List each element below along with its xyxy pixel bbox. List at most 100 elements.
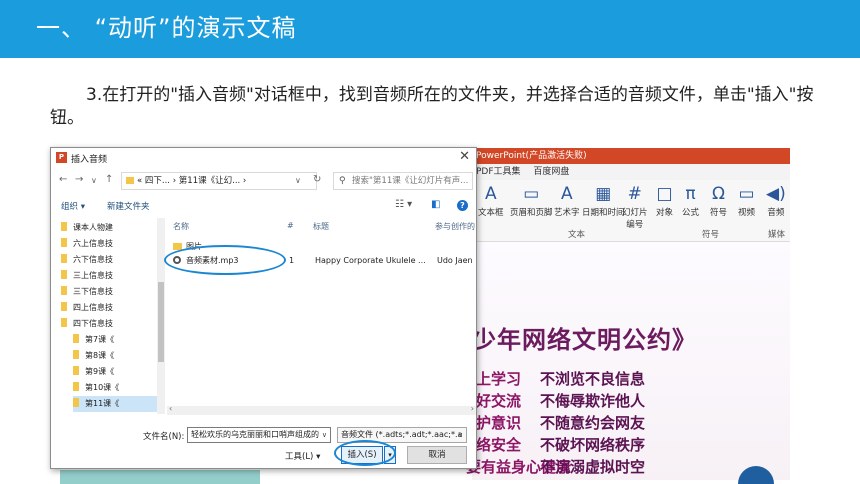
file-type-filter[interactable]: 音频文件 (*.adts;*.adt;*.aac;*.a ∨ — [337, 427, 467, 443]
rule-left: 护意识 — [476, 414, 522, 432]
column-title[interactable]: 标题 — [313, 221, 329, 232]
column-number[interactable]: # — [287, 221, 294, 230]
tree-scroll-thumb[interactable] — [158, 282, 164, 362]
tree-item[interactable]: 第9课《 — [73, 364, 157, 380]
tree-item-label: 第11课《 — [85, 399, 120, 408]
search-icon: ⚲ — [339, 176, 346, 186]
ribbon-button[interactable]: π 公式 — [682, 184, 699, 218]
decorative-stripe — [60, 470, 260, 484]
ribbon-button[interactable]: ▭ 视频 — [738, 184, 755, 218]
tools-button[interactable]: 工具(L) ▾ — [285, 450, 320, 462]
tree-item-label: 三上信息技 — [73, 271, 113, 280]
ribbon-icon: A — [560, 184, 573, 204]
navigation-bar: ← → ∨ ↑ « 四下... › 第11课《让幻... › ∨ ↻ ⚲ 搜索"… — [51, 170, 476, 192]
folder-icon — [73, 334, 79, 343]
ppt-ribbon: A 文本框 ▭ 页眉和页脚 A 艺术字 ▦ 日期和时间 # 幻灯片 编号 □ 对象 π 公式 Ω 符号 ▭ 视频 ◀… — [472, 180, 790, 242]
chevron-down-icon[interactable]: ∨ — [458, 428, 463, 442]
horizontal-scrollbar[interactable]: ‹ › — [167, 404, 476, 415]
filename-input[interactable]: 轻松欢乐的乌克丽丽和口哨声组成的 ∨ — [187, 427, 331, 443]
rule-right: 不随意约会网友 — [540, 414, 646, 432]
file-row-audio[interactable]: 音频素材.mp3 1 Happy Corporate Ukulele ... U… — [169, 254, 475, 268]
dialog-title: 插入音频 — [71, 155, 108, 165]
rule-right: 不沉溺虚拟时空 — [540, 458, 646, 476]
scroll-left-icon[interactable]: ‹ — [169, 404, 172, 413]
file-name: 音频素材.mp3 — [186, 256, 239, 265]
instruction-text: 3.在打开的"插入音频"对话框中，找到音频所在的文件夹，并选择合适的音频文件，单… — [50, 85, 814, 128]
folder-icon — [61, 286, 67, 295]
address-dropdown-icon[interactable]: ∨ — [295, 176, 301, 185]
ribbon-button[interactable]: A 艺术字 — [554, 184, 580, 218]
refresh-icon[interactable]: ↻ — [313, 174, 321, 185]
tree-item[interactable]: 六下信息技 — [61, 252, 157, 268]
chevron-down-icon[interactable]: ∨ — [91, 176, 97, 185]
organize-button[interactable]: 组织 ▾ — [61, 200, 85, 212]
folder-icon — [61, 302, 67, 311]
tree-item[interactable]: 三上信息技 — [61, 268, 157, 284]
cancel-button[interactable]: 取消 — [407, 446, 467, 464]
rule-left: 好交流 — [476, 392, 522, 410]
ribbon-button[interactable]: ▭ 页眉和页脚 — [510, 184, 553, 218]
help-icon[interactable]: ? — [457, 200, 468, 211]
ribbon-group-label: 符号 — [702, 230, 720, 240]
tree-item-label: 第10课《 — [85, 383, 120, 392]
ribbon-button[interactable]: # 幻灯片 编号 — [622, 184, 648, 230]
tree-item[interactable]: 四下信息技 — [61, 316, 157, 332]
preview-pane-icon[interactable]: ◧ — [431, 199, 440, 210]
ppt-tabs: PDF工具集 百度网盘 — [472, 164, 790, 180]
ribbon-icon: ▭ — [738, 184, 755, 204]
folder-icon — [73, 350, 79, 359]
tree-item[interactable]: 四上信息技 — [61, 300, 157, 316]
file-list: 名称 # 标题 参与创作的 图片 音频素材.mp3 1 Happy Corpor… — [167, 218, 475, 404]
slide: 一、 “动听”的演示文稿 3.在打开的"插入音频"对话框中，找到音频所在的文件夹… — [0, 0, 860, 484]
tab-pdf-tools[interactable]: PDF工具集 — [476, 167, 521, 177]
folder-icon — [73, 366, 79, 375]
search-placeholder: 搜索"第11课《让幻灯片有声... — [352, 176, 469, 186]
ribbon-button[interactable]: ◀) 音频 — [766, 184, 786, 218]
tree-item[interactable]: 六上信息技 — [61, 236, 157, 252]
tree-item[interactable]: 第8课《 — [73, 348, 157, 364]
new-folder-button[interactable]: 新建文件夹 — [107, 200, 150, 212]
folder-icon — [173, 243, 182, 250]
ribbon-button[interactable]: A 文本框 — [478, 184, 504, 218]
slide-canvas: 少年网络文明公约》 上学习 好交流 护意识 络安全 要有益身心健康 不浏览不良信息 不侮辱欺… — [466, 242, 790, 484]
search-input[interactable]: ⚲ 搜索"第11课《让幻灯片有声... — [333, 172, 473, 190]
file-artist: Udo Jaen — [437, 256, 473, 265]
tree-item-label: 课本人物建 — [73, 223, 113, 232]
ribbon-button[interactable]: □ 对象 — [656, 184, 673, 218]
tree-item[interactable]: 三下信息技 — [61, 284, 157, 300]
tab-baidu-disk[interactable]: 百度网盘 — [533, 167, 569, 177]
tree-item[interactable]: 第7课《 — [73, 332, 157, 348]
column-artist[interactable]: 参与创作的 — [435, 221, 475, 232]
forward-arrow-icon[interactable]: → — [75, 174, 83, 185]
folder-icon — [73, 382, 79, 391]
ribbon-icon: ▭ — [523, 184, 540, 204]
file-row-folder[interactable]: 图片 — [169, 240, 475, 254]
filter-value: 音频文件 (*.adts;*.adt;*.aac;*.a — [341, 430, 463, 439]
view-options-icon[interactable]: ☷ ▾ — [395, 199, 412, 210]
tree-scrollbar[interactable] — [157, 218, 165, 414]
tree-item-label: 第7课《 — [85, 335, 115, 344]
folder-icon — [61, 270, 67, 279]
tree-item[interactable]: 第11课《 — [73, 396, 157, 412]
up-arrow-icon[interactable]: ↑ — [105, 174, 113, 185]
tree-item-label: 第8课《 — [85, 351, 115, 360]
column-name[interactable]: 名称 — [173, 221, 189, 232]
scroll-right-icon[interactable]: › — [471, 404, 474, 413]
insert-button[interactable]: 插入(S) — [341, 446, 383, 464]
back-arrow-icon[interactable]: ← — [59, 174, 67, 185]
file-number: 1 — [289, 256, 295, 265]
chevron-down-icon[interactable]: ∨ — [322, 428, 327, 442]
ribbon-label: 对象 — [656, 208, 674, 218]
insert-split-button[interactable]: ▾ — [384, 446, 396, 464]
powerpoint-window: PowerPoint(产品激活失败) PDF工具集 百度网盘 A 文本框 ▭ 页眉和页… — [466, 148, 790, 484]
ribbon-button[interactable]: ▦ 日期和时间 — [582, 184, 625, 218]
ribbon-button[interactable]: Ω 符号 — [710, 184, 727, 218]
tree-item[interactable]: 课本人物建 — [61, 220, 157, 236]
tree-item-label: 六下信息技 — [73, 255, 113, 264]
address-bar[interactable]: « 四下... › 第11课《让幻... › — [121, 172, 317, 190]
tree-item-label: 四上信息技 — [73, 303, 113, 312]
tree-item[interactable]: 第10课《 — [73, 380, 157, 396]
convention-title: 少年网络文明公约》 — [472, 326, 697, 354]
close-icon[interactable]: ✕ — [459, 149, 470, 164]
decorative-circle — [738, 466, 774, 484]
